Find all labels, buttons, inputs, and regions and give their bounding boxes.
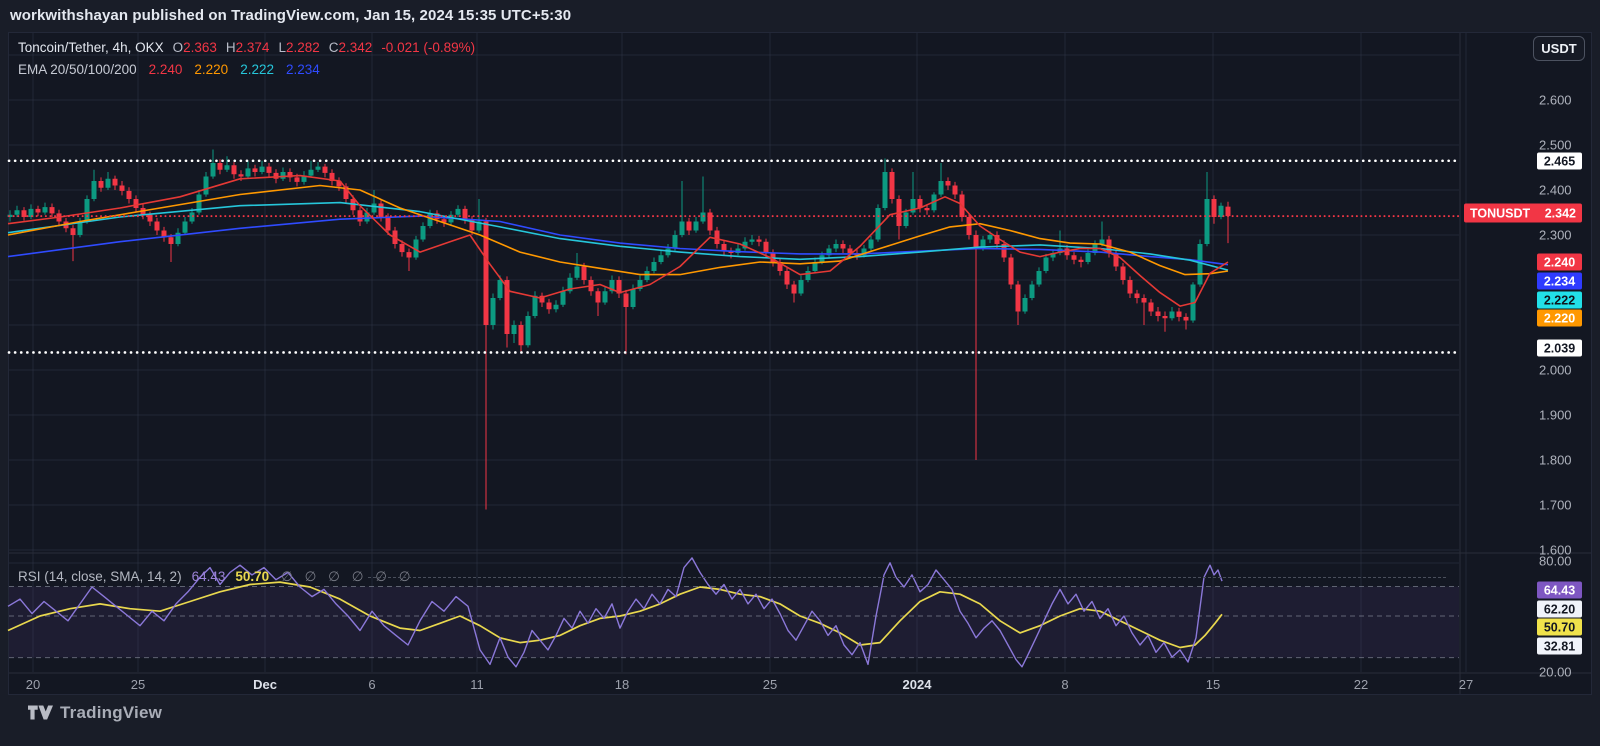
time-tick-label: 25 [762,677,778,692]
axis-tick-label: 20.00 [1539,664,1572,680]
ema200-line [7,215,1229,266]
axis-tick-label: 2.300 [1539,227,1572,243]
time-tick-label: 15 [1205,677,1221,692]
last-price-symbol-chip: TONUSDT 2.342 [1464,203,1582,223]
time-tick-label: 11 [470,677,484,692]
ohlc-key: L [278,40,286,55]
ohlc-values: O2.363 H2.374 L2.282 C2.342 [164,40,373,55]
axis-price-chip: 2.220 [1537,309,1582,327]
tradingview-published-chart: workwithshayan published on TradingView.… [0,0,1600,746]
time-tick-label: 8 [1061,677,1069,692]
rsi-sma-value: 50.70 [235,569,270,584]
ohlc-key: O [172,40,184,55]
chip-price: 2.342 [1544,206,1576,220]
time-tick-label: 20 [25,677,41,692]
time-tick-label: 2024 [902,677,932,692]
axis-tick-label: 1.800 [1539,452,1572,468]
ema-legend-label: EMA 20/50/100/200 [18,62,137,77]
tradingview-logo-icon[interactable] [28,702,53,723]
ema-legend-value: 2.222 [240,62,274,77]
rsi-legend-row[interactable]: RSI (14, close, SMA, 14, 2) 64.43 50.70 ∅ ∅… [18,569,414,585]
axis-tick-label: 1.700 [1539,497,1572,513]
rsi-value: 64.43 [191,569,226,584]
time-tick-label: 22 [1353,677,1369,692]
ema-legend-value: 2.240 [148,62,183,77]
axis-price-chip: 2.234 [1537,272,1582,290]
time-tick-label: 27 [1458,677,1474,692]
ohlc-value: 2.342 [338,40,373,55]
chip-symbol: TONUSDT [1470,206,1531,220]
axis-tick-label: 80.00 [1539,553,1572,569]
ohlc-value: 2.282 [285,40,320,55]
time-tick-label: 18 [614,677,630,692]
ohlc-value: 2.374 [235,40,270,55]
time-tick-label: 6 [368,677,376,692]
ema-values: 2.240 2.220 2.222 2.234 [137,62,320,77]
ema-legend-value: 2.220 [194,62,229,77]
change-value: -0.021 (-0.89%) [381,40,476,55]
axis-tick-label: 2.000 [1539,362,1572,378]
axis-price-chip: 2.222 [1537,291,1582,309]
ohlc-key: H [225,40,236,55]
axis-tick-label: 2.400 [1539,182,1572,198]
currency-toggle-button[interactable]: USDT [1533,36,1585,61]
symbol-title: Toncoin/Tether, 4h, OKX [18,40,164,55]
time-tick-label: 25 [130,677,146,692]
ohlc-value: 2.363 [183,40,217,55]
axis-price-chip: 62.20 [1537,600,1582,618]
axis-price-chip: 2.240 [1537,253,1582,271]
axis-price-chip: 2.465 [1537,152,1582,170]
axis-tick-label: 2.500 [1539,137,1572,153]
axis-price-chip: 2.039 [1537,339,1582,357]
axis-price-chip: 50.70 [1537,618,1582,636]
axis-price-chip: 64.43 [1537,581,1582,599]
time-tick-label: Dec [253,677,277,692]
axis-tick-label: 1.900 [1539,407,1572,423]
footer: TradingView [28,702,162,723]
axis-tick-label: 2.600 [1539,92,1572,108]
axis-price-chip: 32.81 [1537,637,1582,655]
symbol-legend-row[interactable]: Toncoin/Tether, 4h, OKX O2.363 H2.374 L2.28… [18,40,475,55]
chart-plot-area[interactable] [0,0,1600,746]
ohlc-key: C [328,40,339,55]
ema-legend-row[interactable]: EMA 20/50/100/200 2.240 2.220 2.222 2.234 [18,62,320,77]
rsi-legend-trailing-dashes [368,577,1446,578]
ema-legend-value: 2.234 [285,62,320,77]
tradingview-logo-text[interactable]: TradingView [60,703,162,723]
rsi-legend-label: RSI (14, close, SMA, 14, 2) [18,569,182,584]
